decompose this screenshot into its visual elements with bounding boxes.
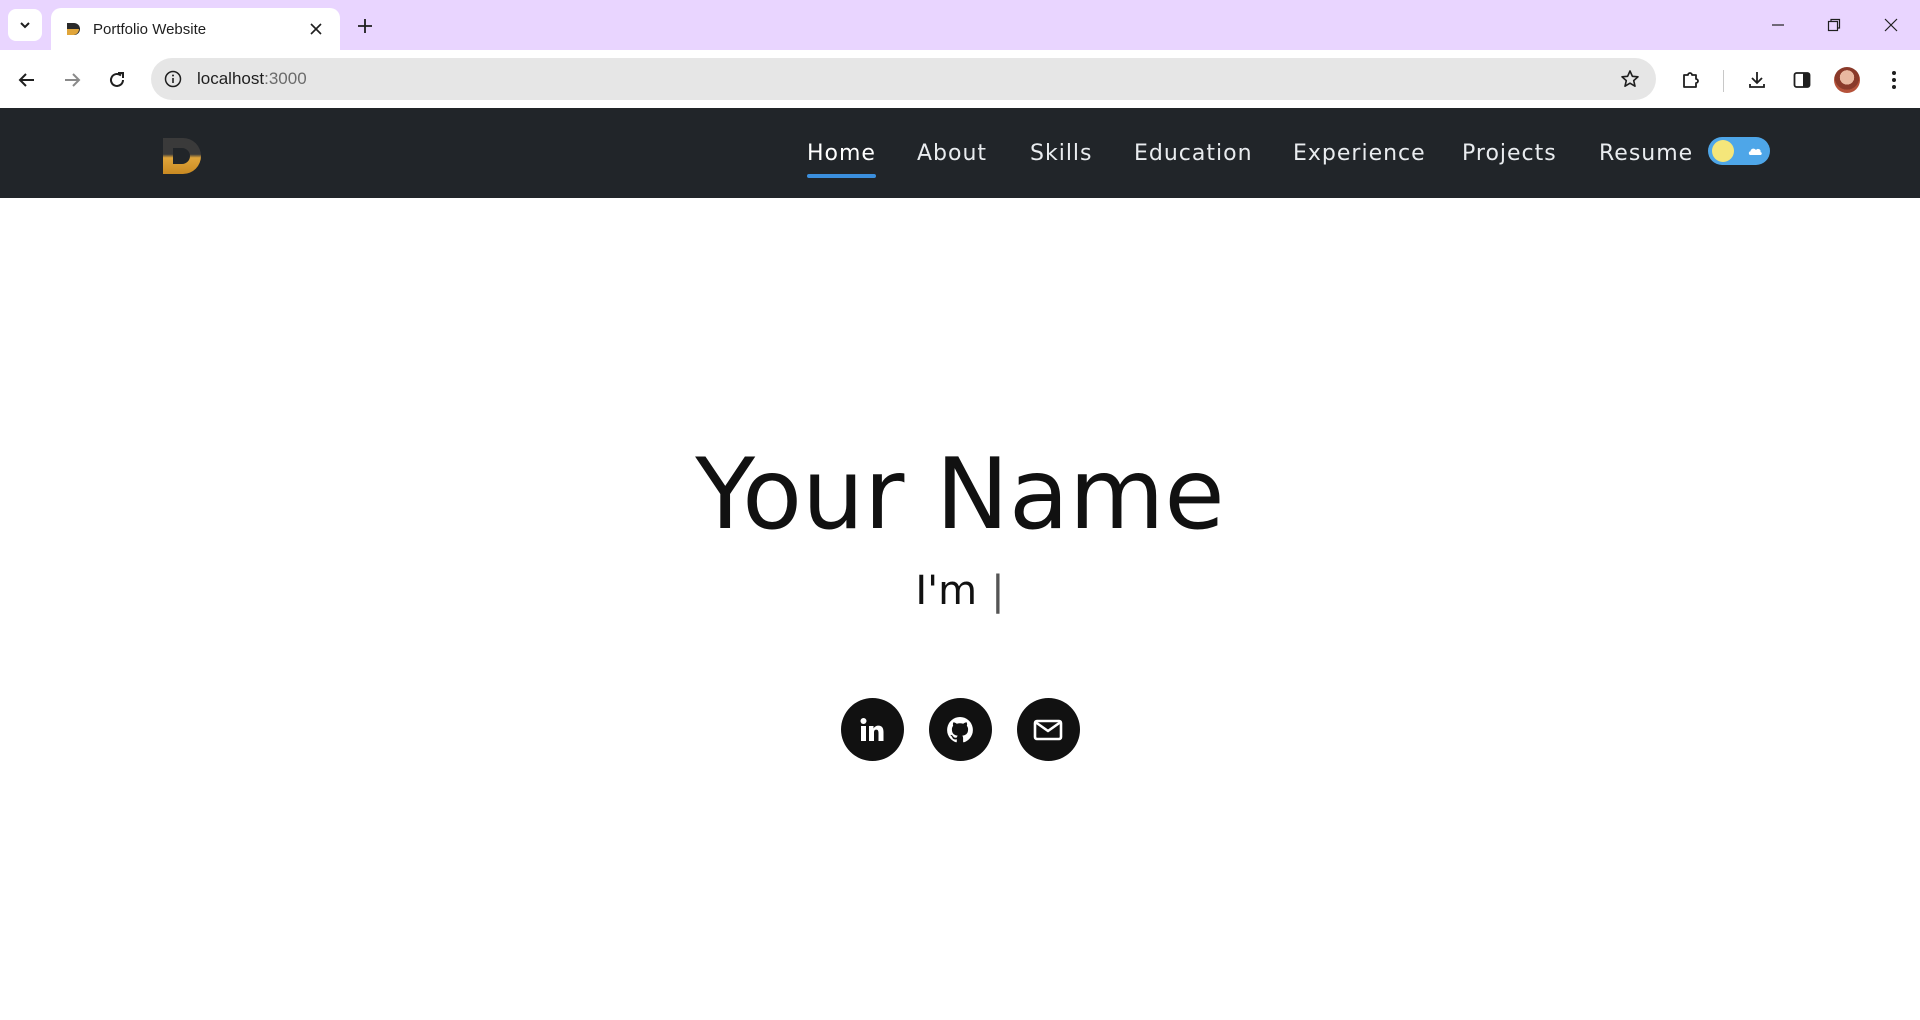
side-panel-icon [1793,72,1811,88]
github-button[interactable] [928,698,992,761]
nav-link-label: Resume [1599,141,1694,166]
browser-tab[interactable]: Portfolio Website [51,8,340,50]
new-tab-button[interactable] [350,11,380,41]
arrow-left-icon [18,73,34,87]
restore-icon [1827,18,1841,32]
tab-search-button[interactable] [8,9,42,41]
active-underline [807,174,876,178]
address-bar[interactable]: localhost:3000 [151,58,1656,100]
tab-close-button[interactable] [304,17,328,41]
social-links [0,698,1920,761]
close-icon [1884,18,1898,32]
nav-link-label: Education [1134,141,1253,166]
profile-button[interactable] [1829,62,1865,98]
site-info-icon[interactable] [163,69,183,89]
side-panel-button[interactable] [1784,62,1820,98]
reload-button[interactable] [99,62,135,98]
hero-name: Your Name [695,438,1225,552]
minimize-icon [1772,24,1784,26]
restore-button[interactable] [1814,5,1854,45]
email-button[interactable] [1016,698,1080,761]
nav-links: Home About Skills Education Experience P… [0,108,1920,198]
subtitle-prefix: I'm [915,568,978,614]
cloud-icon [1748,148,1762,155]
site-favicon-icon [67,23,80,35]
hero-subtitle: I'm | [0,563,1920,619]
url-text[interactable]: localhost:3000 [197,69,1618,89]
nav-link-label: Home [807,141,876,166]
downloads-button[interactable] [1739,62,1775,98]
typing-cursor: | [991,568,1005,614]
url-port: :3000 [264,69,307,88]
download-icon [1749,72,1765,88]
site-navbar: Home About Skills Education Experience P… [0,108,1920,198]
browser-menu-button[interactable] [1876,62,1912,98]
nav-link-label: Projects [1462,141,1557,166]
extensions-button[interactable] [1673,62,1709,98]
arrow-right-icon [65,73,81,87]
nav-link-resume[interactable]: Resume [1599,134,1693,174]
minimize-button[interactable] [1758,5,1798,45]
toolbar-divider [1723,70,1724,92]
email-icon [1033,719,1063,740]
nav-link-label: Experience [1293,141,1426,166]
nav-link-experience[interactable]: Experience [1293,134,1426,174]
linkedin-icon [860,717,884,741]
nav-link-projects[interactable]: Projects [1462,134,1557,174]
linkedin-button[interactable] [840,698,904,761]
chevron-down-icon [20,22,30,29]
avatar [1834,67,1860,93]
reload-icon [110,72,124,87]
browser-toolbar: localhost:3000 [0,50,1920,108]
close-icon [310,23,322,35]
puzzle-icon [1683,72,1699,88]
close-window-button[interactable] [1871,5,1911,45]
github-icon [947,716,973,742]
nav-link-label: About [917,141,988,166]
nav-link-education[interactable]: Education [1134,134,1253,174]
theme-toggle[interactable] [1708,137,1770,165]
bookmark-star-icon[interactable] [1618,67,1642,91]
browser-tabstrip: Portfolio Website [0,0,1920,50]
nav-link-about[interactable]: About [917,134,987,174]
tab-title: Portfolio Website [93,20,207,38]
more-vertical-icon [1892,71,1896,89]
nav-link-home[interactable]: Home [807,134,876,178]
nav-link-label: Skills [1030,141,1093,166]
sun-icon [1712,140,1734,162]
back-button[interactable] [9,62,45,98]
forward-button[interactable] [54,62,90,98]
url-host: localhost [197,69,265,88]
plus-icon [358,19,372,33]
nav-link-skills[interactable]: Skills [1030,134,1093,174]
